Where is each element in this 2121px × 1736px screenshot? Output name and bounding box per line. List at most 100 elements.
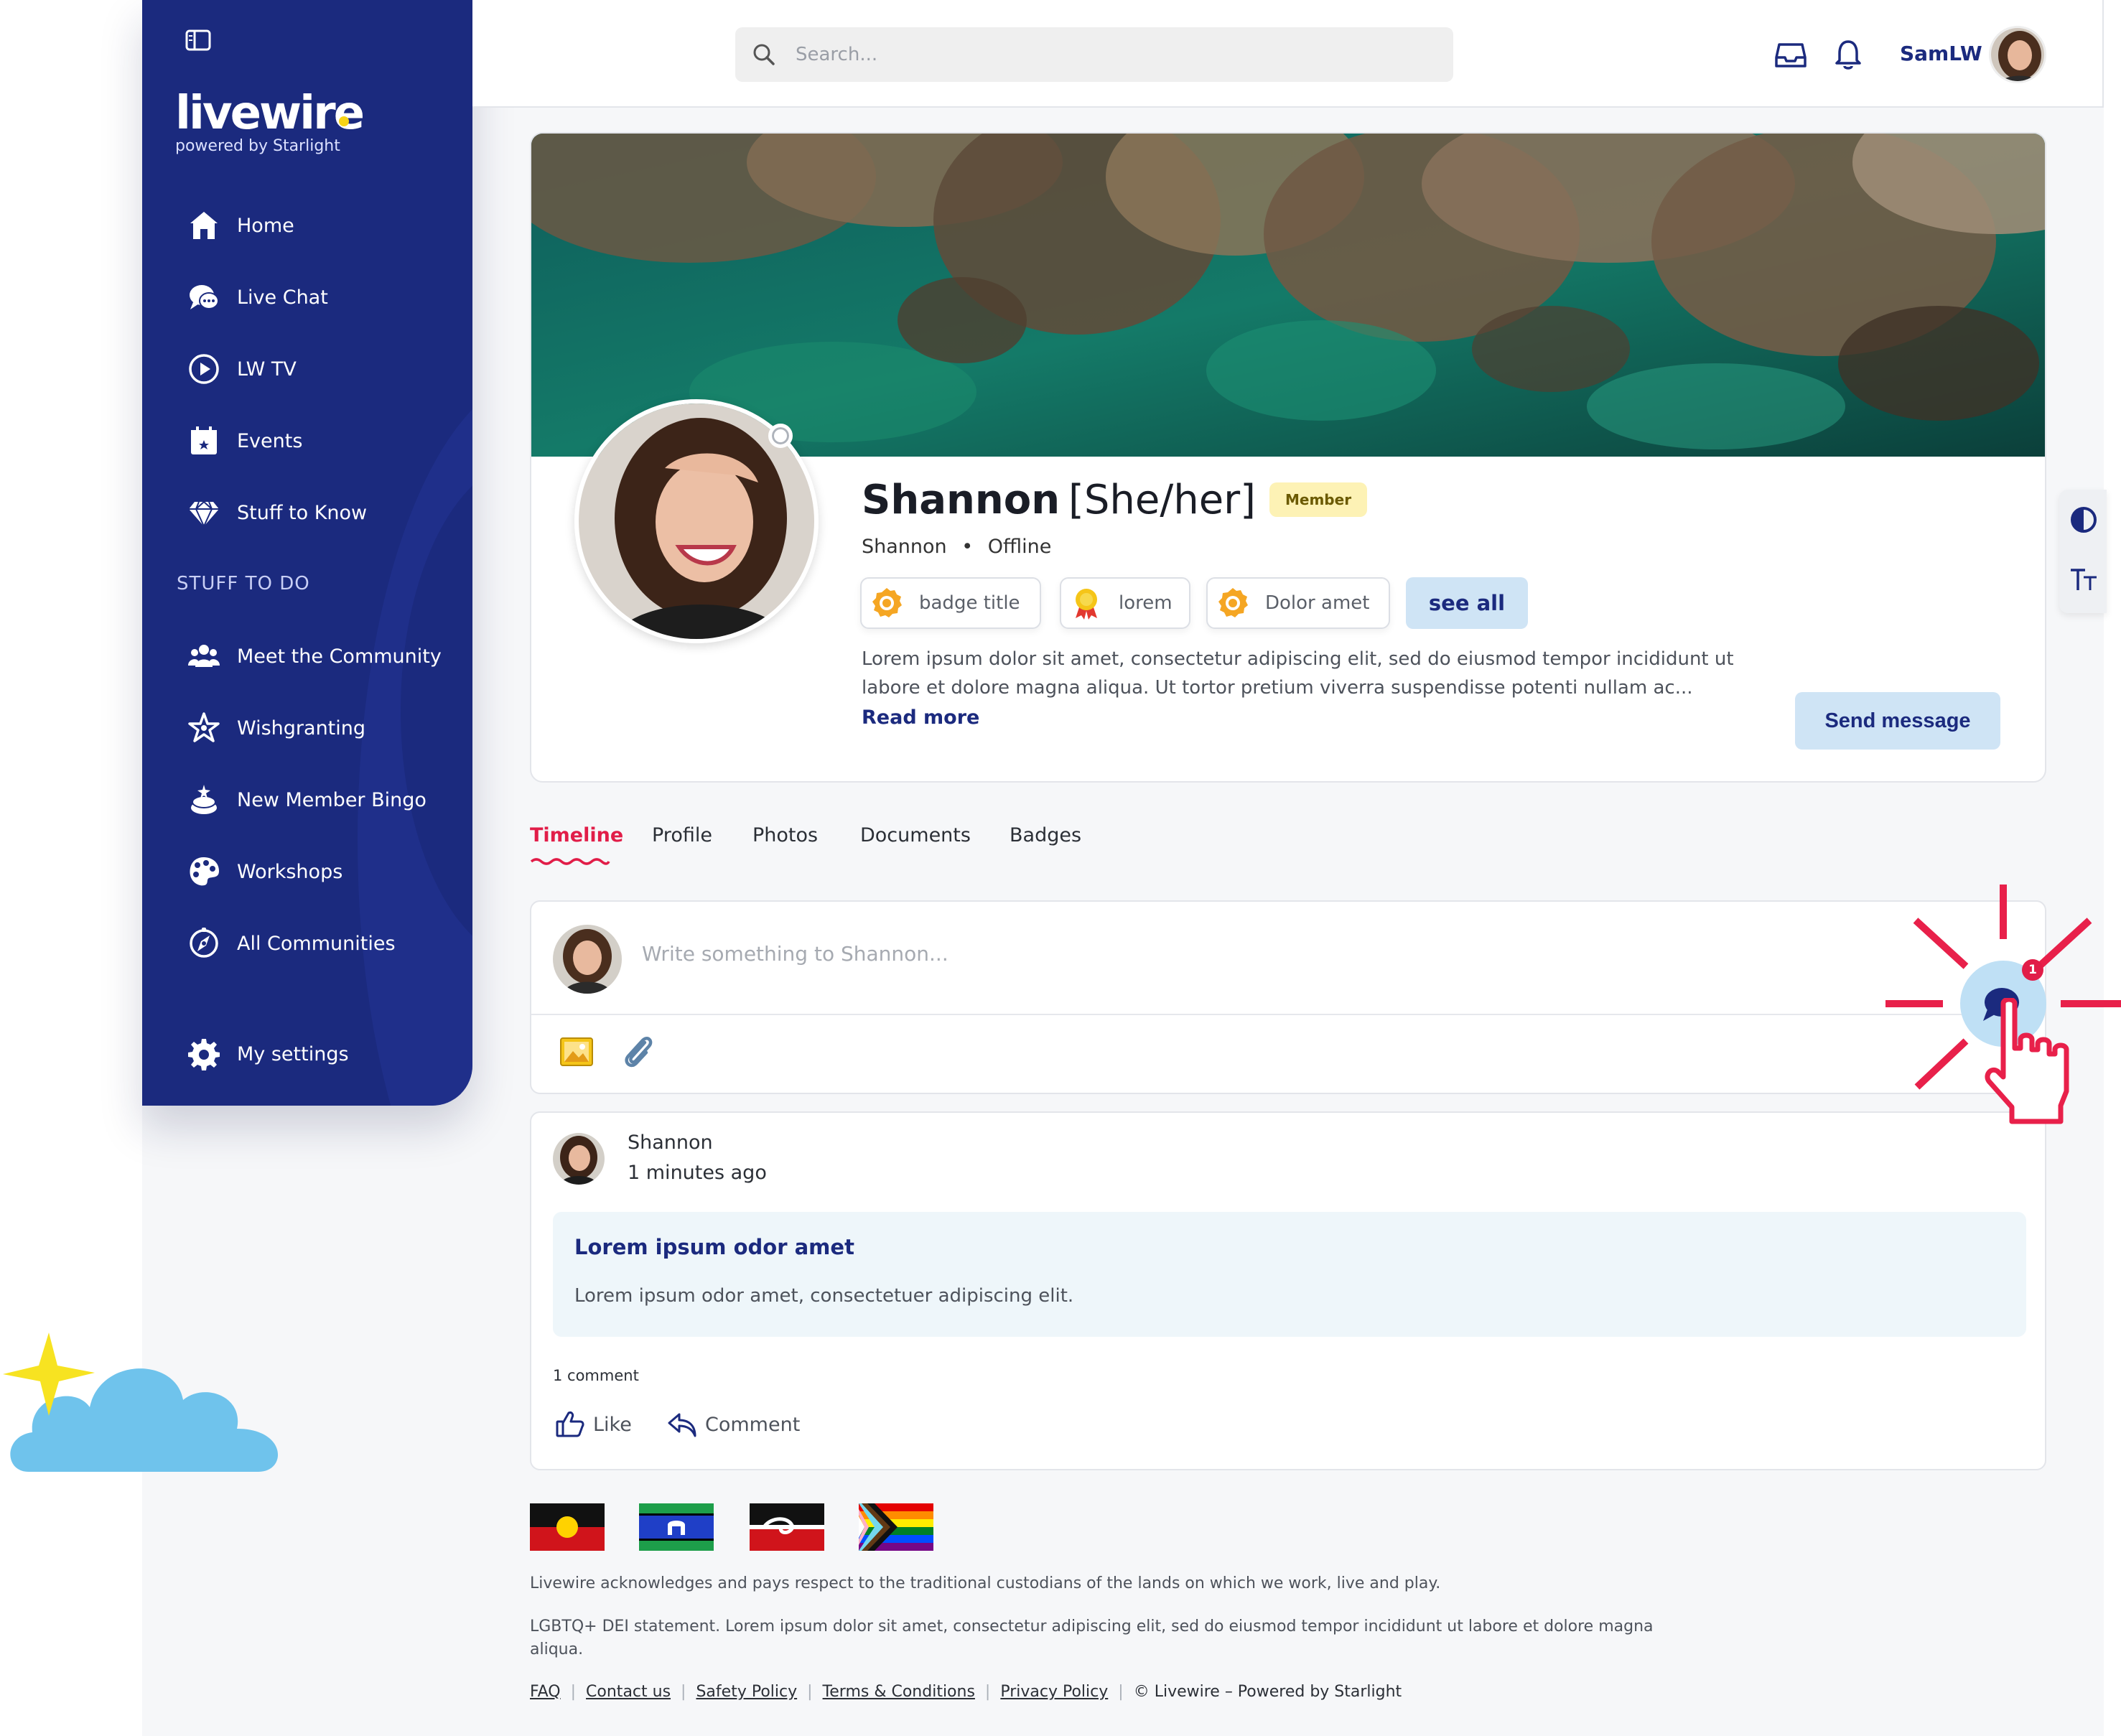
badge-pill[interactable]: lorem [1060,577,1190,629]
sidebar-item-events[interactable]: Events [187,419,302,462]
send-message-button[interactable]: Send message [1795,692,2000,750]
tab-profile[interactable]: Profile [652,824,712,846]
sidebar-item-home[interactable]: Home [187,204,294,247]
post-author-avatar[interactable] [553,1133,605,1185]
badge-pill[interactable]: badge title [860,577,1041,629]
sidebar-item-label: Meet the Community [237,645,442,668]
sidebar-item-wishgranting[interactable]: Wishgranting [187,706,365,750]
sidebar-section-heading: STUFF TO DO [177,573,310,594]
paperclip-icon[interactable] [620,1034,656,1070]
search-icon [753,44,775,65]
like-button[interactable]: Like [554,1409,632,1440]
progress-pride-flag [859,1503,933,1551]
palette-icon [187,854,221,889]
post-timestamp: 1 minutes ago [628,1162,767,1184]
sidebar-item-new-member-bingo[interactable]: New Member Bingo [187,778,426,821]
search-bar[interactable] [735,27,1453,82]
footer-link-faq[interactable]: FAQ [530,1683,561,1701]
contrast-icon[interactable] [2069,505,2098,534]
link-separator: | [681,1683,686,1701]
sidebar-item-label: All Communities [237,932,396,955]
composer-divider [531,1014,2045,1015]
user-avatar[interactable] [1989,26,2046,83]
inbox-icon[interactable] [1773,37,1808,72]
image-upload-icon[interactable] [559,1034,595,1070]
logo-dot [339,116,349,126]
sidebar-item-my-settings[interactable]: My settings [187,1032,349,1075]
sidebar: livewire powered by Starlight Home Live … [142,0,472,1106]
sidebar-item-lw-tv[interactable]: LW TV [187,347,297,391]
diamond-icon [187,495,221,530]
tab-documents[interactable]: Documents [860,824,971,846]
search-input[interactable] [796,44,1427,65]
sidebar-item-label: New Member Bingo [237,788,426,811]
link-separator: | [984,1683,991,1701]
composer-input[interactable] [642,942,1719,966]
see-all-badges-button[interactable]: see all [1406,577,1528,629]
cloud-sparkle-decoration [3,1333,279,1472]
text-size-icon[interactable] [2069,566,2098,594]
presence-indicator [768,424,793,448]
aboriginal-flag [530,1503,605,1551]
play-icon [187,352,221,386]
footer-link-privacy-policy[interactable]: Privacy Policy [1000,1683,1108,1701]
dei-statement-line: LGBTQ+ DEI statement. Lorem ipsum dolor … [530,1618,1654,1635]
sidebar-item-label: Events [237,429,303,452]
orange-badge-icon [872,588,902,617]
tab-badges[interactable]: Badges [1010,824,1081,846]
reply-arrow-icon [668,1413,696,1437]
calendar-icon [187,424,221,458]
profile-bio: Lorem ipsum dolor sit amet, consectetur … [862,645,1752,702]
livewire-logo[interactable]: livewire powered by Starlight [175,87,365,155]
compass-icon [187,926,221,961]
profile-pronouns: [She/her] [1068,477,1257,523]
orange-badge-icon [1218,588,1248,617]
tab-photos[interactable]: Photos [752,824,818,846]
accessibility-rail [2059,490,2107,613]
bingo-icon [187,783,221,817]
badge-label: badge title [919,592,1020,614]
timeline-post: Shannon 1 minutes ago Lorem ipsum odor a… [530,1111,2046,1470]
copyright-text: © Livewire – Powered by Starlight [1133,1683,1402,1701]
sidebar-toggle-icon[interactable] [185,29,211,52]
post-title: Lorem ipsum odor amet [574,1235,854,1259]
sidebar-item-label: Workshops [237,860,343,883]
profile-status-line: Shannon • Offline [862,536,1051,558]
footer-link-terms[interactable]: Terms & Conditions [823,1683,975,1701]
bell-icon[interactable] [1831,37,1865,72]
link-separator: | [807,1683,813,1701]
tab-timeline[interactable]: Timeline [530,824,623,846]
acknowledgement-text: Livewire acknowledges and pays respect t… [530,1574,1441,1592]
tino-rangatiratanga-flag [750,1503,824,1551]
link-separator: | [570,1683,577,1701]
post-content: Lorem ipsum odor amet Lorem ipsum odor a… [553,1212,2026,1337]
sidebar-item-meet-the-community[interactable]: Meet the Community [187,635,442,678]
badge-label: Dolor amet [1265,592,1370,614]
sidebar-item-workshops[interactable]: Workshops [187,850,342,893]
comment-button[interactable]: Comment [666,1409,800,1440]
link-separator: | [1118,1683,1124,1701]
sidebar-item-label: Stuff to Know [237,501,368,524]
cover-photo [531,134,2045,457]
read-more-link[interactable]: Read more [862,706,979,729]
dei-statement-line: aliqua. [530,1641,584,1658]
composer-avatar [553,925,622,994]
sidebar-item-all-communities[interactable]: All Communities [187,922,396,965]
badge-pill[interactable]: Dolor amet [1206,577,1390,629]
post-author[interactable]: Shannon [628,1131,713,1154]
home-icon [187,208,221,243]
sidebar-item-stuff-to-know[interactable]: Stuff to Know [187,491,367,534]
logo-wordmark: livewire [175,87,365,140]
sidebar-item-live-chat[interactable]: Live Chat [187,276,328,319]
like-label: Like [593,1413,632,1436]
footer-links: FAQ | Contact us | Safety Policy | Terms… [530,1683,1402,1701]
sidebar-item-label: LW TV [237,358,297,381]
dei-statement: LGBTQ+ DEI statement. Lorem ipsum dolor … [530,1615,1654,1661]
username[interactable]: SamLW [1900,42,1982,65]
comment-count[interactable]: 1 comment [553,1367,639,1384]
thumbs-up-icon [556,1411,584,1437]
footer-link-safety-policy[interactable]: Safety Policy [696,1683,797,1701]
footer-link-contact-us[interactable]: Contact us [586,1683,671,1701]
profile-display-name: Shannon [862,536,947,558]
active-tab-underline [530,858,610,865]
